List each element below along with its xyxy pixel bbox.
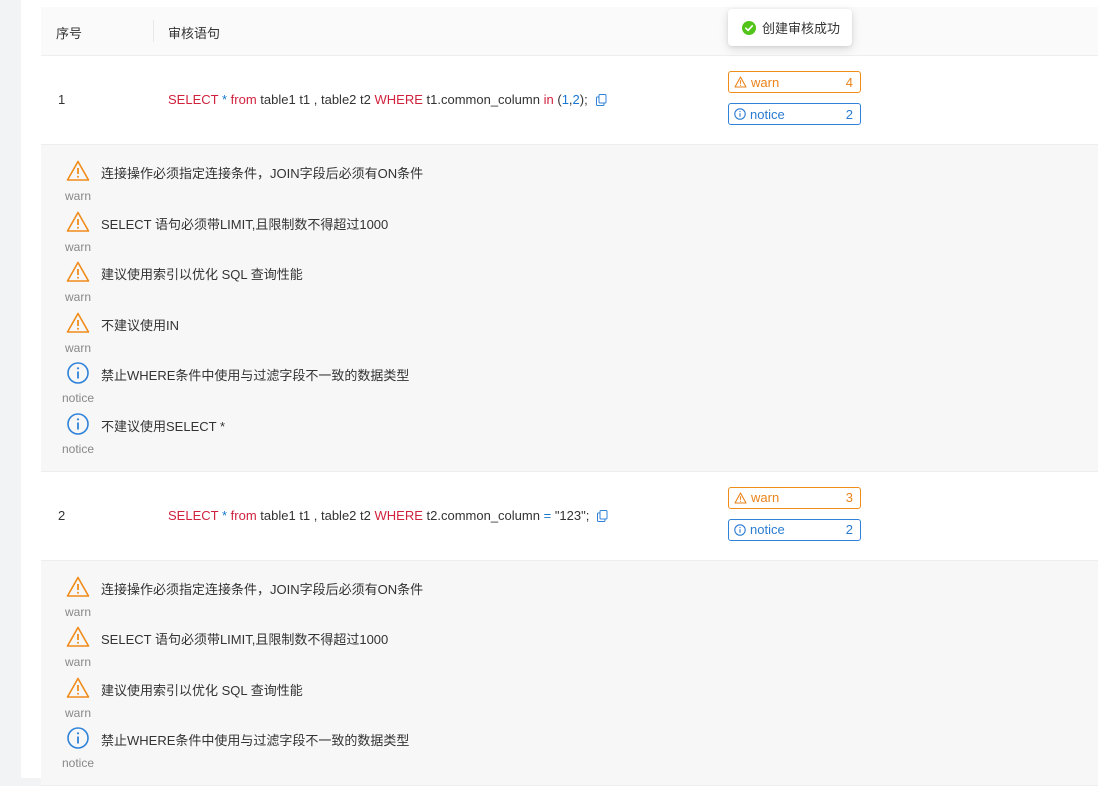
warning-triangle-icon	[66, 312, 90, 333]
result-message: SELECT 语句必须带LIMIT,且限制数不得超过1000	[101, 216, 389, 232]
sql-number: 2	[572, 92, 580, 107]
sql-keyword: SELECT	[168, 92, 219, 107]
info-circle-icon	[67, 413, 89, 435]
audit-result-item: 禁止WHERE条件中使用与过滤字段不一致的数据类型 notice	[41, 361, 1098, 412]
info-circle-icon	[67, 362, 89, 385]
audit-result-item: 连接操作必须指定连接条件，JOIN字段后必须有ON条件 warn	[41, 575, 1098, 626]
badge-label: notice	[750, 106, 785, 122]
copy-icon[interactable]	[595, 94, 607, 109]
row-index: 2	[58, 507, 66, 523]
result-type: warn	[64, 239, 91, 254]
notice-count-badge[interactable]: notice 2	[728, 518, 861, 541]
row-index: 1	[58, 92, 66, 107]
badge-count: 3	[845, 490, 853, 506]
success-toast: 创建审核成功	[728, 9, 852, 46]
sql-keyword: WHERE	[374, 92, 423, 107]
info-circle-icon	[734, 108, 746, 120]
warn-count-badge[interactable]: warn 4	[728, 71, 861, 93]
sql-text: t1.common_column	[426, 92, 540, 107]
toast-message: 创建审核成功	[762, 21, 841, 36]
sql-text: );	[579, 92, 588, 107]
badge-label: warn	[751, 74, 780, 90]
sql-number: 1	[561, 92, 569, 107]
copy-icon[interactable]	[597, 509, 608, 525]
warning-triangle-icon	[66, 160, 90, 181]
result-message: 连接操作必须指定连接条件，JOIN字段后必须有ON条件	[101, 166, 424, 181]
warning-triangle-icon	[66, 211, 90, 232]
sql-text: table1 t1 , table2 t2	[260, 92, 371, 107]
sql-text: t2.common_column	[426, 507, 540, 523]
sql-keyword: from	[230, 507, 257, 523]
info-circle-icon	[67, 727, 89, 750]
sql-keyword: SELECT	[168, 507, 219, 523]
warning-triangle-icon	[66, 677, 90, 698]
badge-label: notice	[750, 522, 785, 538]
result-message: 不建议使用SELECT *	[101, 418, 226, 434]
audit-result-item: SELECT 语句必须带LIMIT,且限制数不得超过1000 warn	[41, 625, 1098, 676]
sql-keyword: WHERE	[374, 507, 423, 523]
result-type: notice	[61, 441, 95, 456]
audit-table: 序号 审核语句 1 SELECT * from table1 t1 , tabl…	[41, 7, 1098, 786]
sql-operator: *	[221, 92, 228, 107]
result-type: warn	[64, 604, 91, 619]
result-type: warn	[64, 655, 91, 670]
badge-count: 2	[845, 522, 853, 538]
audit-result-item: 禁止WHERE条件中使用与过滤字段不一致的数据类型 notice	[41, 726, 1098, 777]
sql-operator: =	[543, 507, 552, 523]
left-strip	[0, 0, 21, 778]
table-header: 序号 审核语句	[41, 7, 1098, 56]
warning-triangle-icon	[734, 492, 747, 504]
result-message: SELECT 语句必须带LIMIT,且限制数不得超过1000	[101, 632, 389, 648]
audit-result-item: 建议使用索引以优化 SQL 查询性能 warn	[41, 260, 1098, 311]
check-circle-icon	[742, 20, 756, 35]
warning-triangle-icon	[734, 76, 747, 88]
badge-label: warn	[751, 490, 780, 506]
column-divider	[153, 20, 154, 42]
info-circle-icon	[734, 523, 746, 536]
audit-result-item: 不建议使用IN warn	[41, 311, 1098, 362]
sql-text: "123";	[554, 507, 590, 523]
sql-keyword: in	[543, 92, 554, 107]
badge-count: 4	[845, 74, 853, 90]
table-row[interactable]: 1 SELECT * from table1 t1 , table2 t2 WH…	[41, 56, 1098, 145]
result-type: warn	[64, 705, 91, 720]
result-type: warn	[64, 290, 91, 305]
result-type: notice	[61, 391, 95, 406]
audit-result-item: 连接操作必须指定连接条件，JOIN字段后必须有ON条件 warn	[41, 159, 1098, 210]
audit-result-item: SELECT 语句必须带LIMIT,且限制数不得超过1000 warn	[41, 210, 1098, 261]
result-message: 建议使用索引以优化 SQL 查询性能	[101, 682, 303, 698]
audit-result-item: 不建议使用SELECT * notice	[41, 412, 1098, 463]
result-message: 不建议使用IN	[101, 317, 180, 333]
audit-results-panel: 连接操作必须指定连接条件，JOIN字段后必须有ON条件 warn SELECT …	[41, 145, 1098, 472]
result-message: 建议使用索引以优化 SQL 查询性能	[101, 267, 303, 283]
audit-result-item: 建议使用索引以优化 SQL 查询性能 warn	[41, 676, 1098, 727]
table-row[interactable]: 2 SELECT * from table1 t1 , table2 t2 WH…	[41, 472, 1098, 561]
sql-keyword: from	[230, 92, 257, 107]
result-type: warn	[64, 189, 91, 203]
badge-count: 2	[845, 106, 853, 122]
result-message: 禁止WHERE条件中使用与过滤字段不一致的数据类型	[101, 733, 410, 749]
warning-triangle-icon	[66, 261, 90, 282]
sql-text: table1 t1 , table2 t2	[260, 507, 371, 523]
sql-statement: SELECT * from table1 t1 , table2 t2 WHER…	[168, 92, 607, 109]
sql-operator: *	[221, 507, 228, 523]
audit-results-panel: 连接操作必须指定连接条件，JOIN字段后必须有ON条件 warn SELECT …	[41, 560, 1098, 786]
result-message: 连接操作必须指定连接条件，JOIN字段后必须有ON条件	[101, 581, 424, 597]
sql-statement: SELECT * from table1 t1 , table2 t2 WHER…	[168, 508, 608, 525]
warning-triangle-icon	[66, 576, 90, 597]
warning-triangle-icon	[66, 626, 90, 647]
column-header-index: 序号	[56, 26, 83, 41]
result-type: notice	[61, 756, 95, 771]
column-header-sql: 审核语句	[168, 26, 221, 41]
audit-panel: 序号 审核语句 1 SELECT * from table1 t1 , tabl…	[21, 0, 1098, 786]
warn-count-badge[interactable]: warn 3	[728, 486, 861, 509]
notice-count-badge[interactable]: notice 2	[728, 103, 861, 125]
result-message: 禁止WHERE条件中使用与过滤字段不一致的数据类型	[101, 368, 410, 384]
result-type: warn	[64, 340, 91, 355]
